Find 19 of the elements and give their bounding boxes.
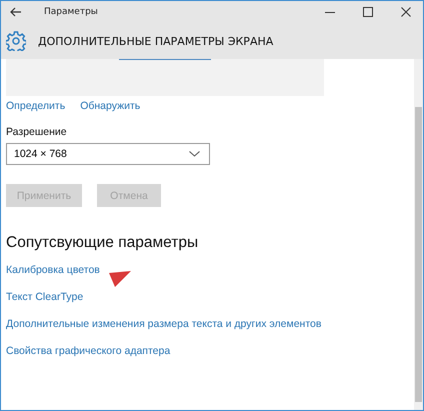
maximize-icon[interactable] <box>363 7 373 17</box>
field-label: Разрешение <box>6 126 68 138</box>
scroll-thumb[interactable] <box>415 107 422 402</box>
pointer-arrow-icon <box>109 271 131 287</box>
back-icon[interactable] <box>10 7 22 17</box>
window-title: Параметры <box>44 7 98 17</box>
scrollbar[interactable] <box>414 59 423 410</box>
resolution-dropdown[interactable]: 1024 × 768 <box>6 143 210 165</box>
link[interactable]: Определить <box>6 100 66 112</box>
chevron-icon <box>189 151 200 157</box>
section-title: Сопутсвующие параметры <box>6 234 200 252</box>
page-title: ДОПОЛНИТЕЛЬНЫЕ ПАРАМЕТРЫ ЭКРАНА <box>38 34 274 48</box>
link[interactable]: Обнаружить <box>80 100 140 112</box>
close-icon[interactable] <box>401 7 411 17</box>
link[interactable]: Свойства графического адаптера <box>6 345 170 357</box>
settings-icon <box>6 31 26 51</box>
link[interactable]: Дополнительные изменения размера текста и других элементов <box>6 318 322 330</box>
link[interactable]: Калибровка цветов <box>6 264 100 276</box>
link[interactable]: Текст ClearType <box>6 291 84 303</box>
